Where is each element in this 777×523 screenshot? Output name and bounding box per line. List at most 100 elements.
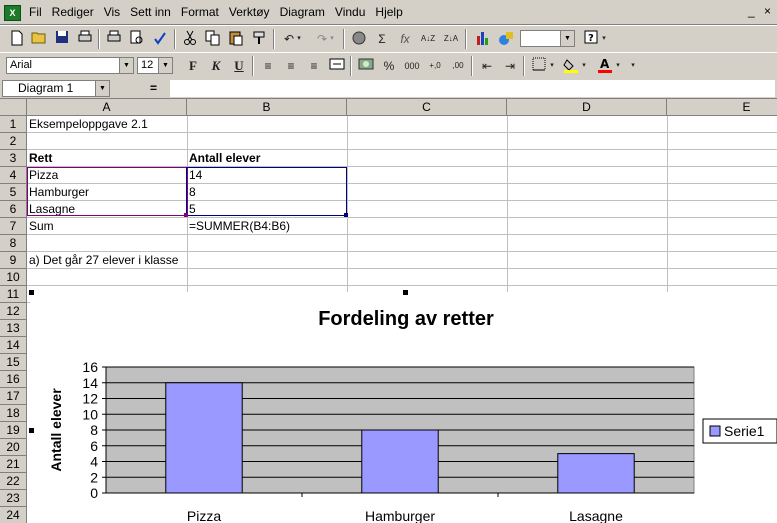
embedded-chart[interactable]: Fordeling av retter 0 2 4 6 8 10 12 14 16 Antall e… <box>30 292 777 523</box>
font-color-dropdown-icon[interactable]: ▾ <box>614 57 622 75</box>
cell-a7[interactable]: Sum <box>27 218 187 235</box>
undo-dropdown-icon[interactable]: ▾ <box>295 30 303 48</box>
open-folder-icon[interactable] <box>30 30 48 48</box>
print-preview-icon[interactable] <box>128 30 146 48</box>
chart-wizard-icon[interactable] <box>474 30 492 48</box>
row-header-19[interactable]: 19 <box>0 422 27 439</box>
row-header-14[interactable]: 14 <box>0 337 27 354</box>
row-header-8[interactable]: 8 <box>0 235 27 252</box>
row-header-7[interactable]: 7 <box>0 218 27 235</box>
row-header-1[interactable]: 1 <box>0 116 27 133</box>
row-header-21[interactable]: 21 <box>0 456 27 473</box>
align-center-icon[interactable]: ≡ <box>282 57 300 75</box>
currency-icon[interactable] <box>357 57 375 75</box>
range-handle[interactable] <box>344 213 348 217</box>
save-icon[interactable] <box>53 30 71 48</box>
cut-icon[interactable] <box>181 30 199 48</box>
menu-item-sett-inn[interactable]: Sett inn <box>125 5 176 19</box>
row-header-13[interactable]: 13 <box>0 320 27 337</box>
row-header-15[interactable]: 15 <box>0 354 27 371</box>
cell-b3[interactable]: Antall elever <box>187 150 347 167</box>
merge-center-icon[interactable] <box>328 57 346 75</box>
cell-a9[interactable]: a) Det går 27 elever i klasse <box>27 252 187 269</box>
increase-indent-icon[interactable]: ⇥ <box>501 57 519 75</box>
row-header-10[interactable]: 10 <box>0 269 27 286</box>
fill-color-icon[interactable] <box>562 57 580 75</box>
cell-b7[interactable]: =SUMMER(B4:B6) <box>187 218 347 235</box>
paste-icon[interactable] <box>227 30 245 48</box>
format-painter-icon[interactable] <box>250 30 268 48</box>
redo-dropdown-icon[interactable]: ▾ <box>328 30 336 48</box>
underline-button[interactable]: U <box>230 57 248 75</box>
row-header-12[interactable]: 12 <box>0 303 27 320</box>
copy-icon[interactable] <box>204 30 222 48</box>
range-handle[interactable] <box>184 213 188 217</box>
row-header-20[interactable]: 20 <box>0 439 27 456</box>
borders-dropdown-icon[interactable]: ▾ <box>548 57 556 75</box>
row-header-16[interactable]: 16 <box>0 371 27 388</box>
row-header-22[interactable]: 22 <box>0 473 27 490</box>
toolbar-options-icon[interactable]: ▾ <box>600 30 608 48</box>
sort-ascending-icon[interactable]: A↓Z <box>419 30 437 48</box>
row-header-24[interactable]: 24 <box>0 507 27 523</box>
increase-decimal-icon[interactable]: +,0 <box>426 57 444 75</box>
help-icon[interactable]: ? <box>582 30 600 48</box>
italic-button[interactable]: K <box>207 57 225 75</box>
align-left-icon[interactable]: ≡ <box>259 57 277 75</box>
zoom-combo[interactable]: ▼ <box>520 30 575 47</box>
spellcheck-icon[interactable] <box>151 30 169 48</box>
chart-resize-handle[interactable] <box>403 290 408 295</box>
menu-item-verktøy[interactable]: Verktøy <box>224 5 275 19</box>
column-header-e[interactable]: E <box>667 99 777 116</box>
toolbar-options-icon[interactable]: ▾ <box>629 57 637 75</box>
row-header-5[interactable]: 5 <box>0 184 27 201</box>
column-header-a[interactable]: A <box>27 99 187 116</box>
function-icon[interactable]: fx <box>396 30 414 48</box>
menu-item-hjelp[interactable]: Hjelp <box>370 5 407 19</box>
decrease-indent-icon[interactable]: ⇤ <box>478 57 496 75</box>
borders-icon[interactable] <box>530 57 548 75</box>
row-header-3[interactable]: 3 <box>0 150 27 167</box>
autosum-icon[interactable]: Σ <box>373 30 391 48</box>
row-header-4[interactable]: 4 <box>0 167 27 184</box>
column-header-c[interactable]: C <box>347 99 507 116</box>
row-header-9[interactable]: 9 <box>0 252 27 269</box>
menu-item-vindu[interactable]: Vindu <box>330 5 370 19</box>
column-header-d[interactable]: D <box>507 99 667 116</box>
chart-resize-handle[interactable] <box>29 290 34 295</box>
menu-item-format[interactable]: Format <box>176 5 224 19</box>
sort-descending-icon[interactable]: Z↓A <box>442 30 460 48</box>
minimize-button[interactable]: _ <box>748 4 755 18</box>
print-icon[interactable] <box>105 30 123 48</box>
percent-icon[interactable]: % <box>380 57 398 75</box>
font-size-combo[interactable]: 12 ▼ <box>137 57 173 74</box>
cell-a3[interactable]: Rett <box>27 150 187 167</box>
menu-item-rediger[interactable]: Rediger <box>47 5 99 19</box>
bold-button[interactable]: F <box>184 57 202 75</box>
row-header-2[interactable]: 2 <box>0 133 27 150</box>
close-window-button[interactable]: × <box>764 4 771 18</box>
menu-item-fil[interactable]: Fil <box>24 5 47 19</box>
excel-app-icon[interactable]: X <box>4 5 21 21</box>
align-right-icon[interactable]: ≡ <box>305 57 323 75</box>
column-header-b[interactable]: B <box>187 99 347 116</box>
font-name-combo[interactable]: Arial ▼ <box>6 57 134 74</box>
decrease-decimal-icon[interactable]: ,00 <box>449 57 467 75</box>
comma-style-icon[interactable]: 000 <box>403 57 421 75</box>
drawing-icon[interactable] <box>497 30 515 48</box>
print-setup-icon[interactable] <box>76 30 94 48</box>
row-header-6[interactable]: 6 <box>0 201 27 218</box>
select-all-corner[interactable] <box>0 99 27 116</box>
formula-input[interactable] <box>170 80 775 97</box>
menu-item-diagram[interactable]: Diagram <box>275 5 330 19</box>
name-box[interactable]: Diagram 1 ▼ <box>2 80 110 97</box>
row-header-17[interactable]: 17 <box>0 388 27 405</box>
cell-a1[interactable]: Eksempeloppgave 2.1 <box>27 116 187 133</box>
row-header-23[interactable]: 23 <box>0 490 27 507</box>
font-color-icon[interactable]: A <box>596 57 614 75</box>
hyperlink-icon[interactable] <box>350 30 368 48</box>
row-header-11[interactable]: 11 <box>0 286 27 303</box>
fill-color-dropdown-icon[interactable]: ▾ <box>580 57 588 75</box>
row-header-18[interactable]: 18 <box>0 405 27 422</box>
chart-resize-handle[interactable] <box>29 428 34 433</box>
